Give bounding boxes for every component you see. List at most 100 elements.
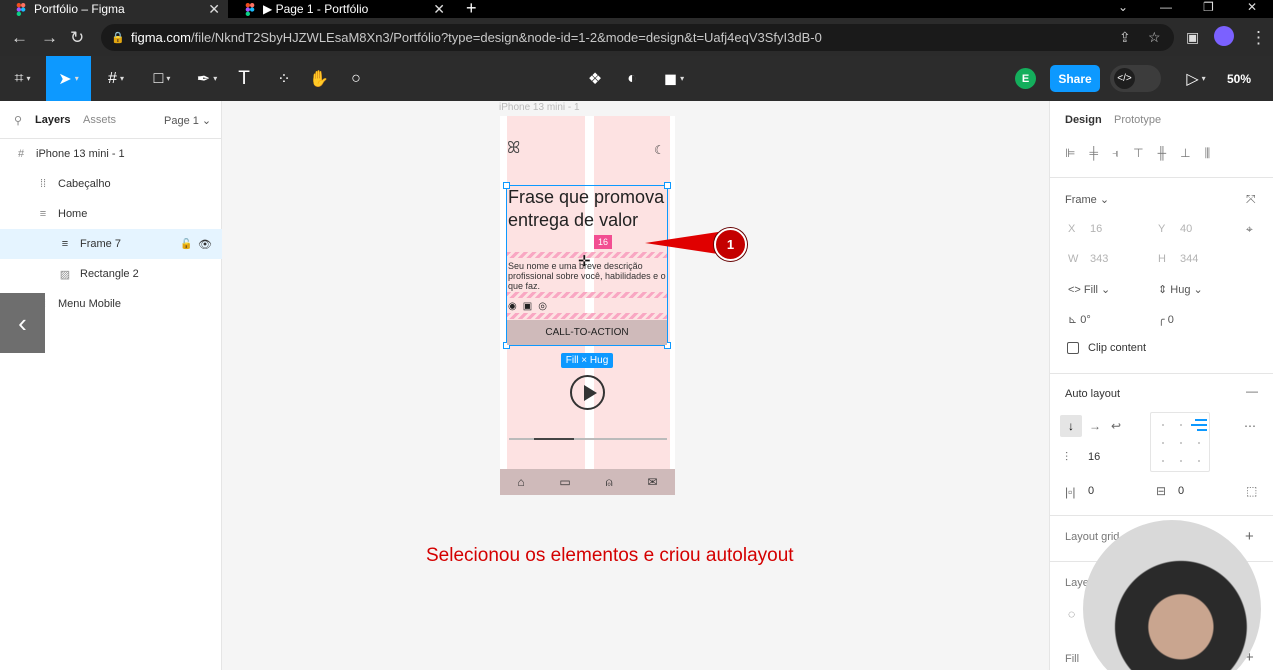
- vertical-direction-button[interactable]: ↓: [1060, 415, 1082, 437]
- layer-rectangle-2[interactable]: ▨ Rectangle 2: [0, 259, 222, 289]
- alignment-grid[interactable]: [1150, 412, 1210, 472]
- page-selector[interactable]: Page 1 ⌄: [164, 114, 211, 127]
- close-tab-icon[interactable]: ✕: [208, 1, 220, 18]
- padding-vertical-field[interactable]: 0: [1178, 485, 1184, 497]
- linkedin-icon[interactable]: ▣: [523, 301, 532, 312]
- restore-icon[interactable]: ❐: [1203, 0, 1214, 14]
- video-progress[interactable]: [509, 437, 667, 441]
- tab-assets[interactable]: Assets: [83, 114, 116, 126]
- new-tab-icon[interactable]: +: [466, 0, 477, 19]
- text-tool-button[interactable]: T: [230, 56, 258, 101]
- sidepanel-icon[interactable]: ▣: [1186, 29, 1199, 46]
- x-field[interactable]: 16: [1090, 223, 1102, 235]
- tab-prototype[interactable]: Prototype: [1114, 114, 1161, 126]
- horizontal-direction-icon[interactable]: →: [1089, 419, 1101, 433]
- wrap-icon[interactable]: ↩: [1111, 419, 1121, 433]
- bookmark-star-icon[interactable]: ☆: [1148, 29, 1161, 46]
- bottom-nav: ⌂ ▭ ⍝ ✉: [500, 469, 675, 495]
- cta-button[interactable]: CALL-TO-ACTION: [507, 320, 667, 345]
- clip-content-checkbox[interactable]: [1067, 342, 1079, 354]
- height-mode-select[interactable]: ⇕ Hug ⌄: [1158, 283, 1203, 296]
- url-field[interactable]: 🔒 figma.com/file/NkndT2SbyHJZWLEsaM8Xn3/…: [101, 24, 1174, 51]
- corner-radius-field[interactable]: ╭ 0: [1158, 313, 1174, 326]
- profile-avatar[interactable]: [1214, 26, 1234, 46]
- mask-button[interactable]: ◐: [619, 56, 645, 101]
- align-top-icon[interactable]: ⊤: [1133, 146, 1143, 161]
- previous-arrow-button[interactable]: ‹: [0, 293, 45, 353]
- dev-mode-toggle[interactable]: </>: [1110, 65, 1161, 92]
- main-menu-button[interactable]: ⌗ ▾: [0, 56, 45, 101]
- back-icon[interactable]: ←: [11, 28, 28, 48]
- distribute-icon[interactable]: ⫼: [1205, 146, 1211, 161]
- layer-label: Cabeçalho: [58, 178, 111, 190]
- more-options-icon[interactable]: ⋯: [1244, 419, 1256, 433]
- lock-icon[interactable]: 🔒: [111, 31, 125, 44]
- mail-icon[interactable]: ✉: [648, 475, 658, 489]
- tab-layers[interactable]: Layers: [35, 114, 70, 126]
- layer-home[interactable]: ≡ Home: [0, 199, 222, 229]
- frame-section-label[interactable]: Frame ⌄: [1065, 193, 1109, 206]
- layer-iphone-frame[interactable]: # iPhone 13 mini - 1: [0, 139, 222, 169]
- home-icon[interactable]: ⌂: [517, 475, 524, 489]
- align-center-icon[interactable]: ╪: [1089, 146, 1098, 161]
- rotation-field[interactable]: ⊾ 0°: [1068, 313, 1091, 326]
- y-field[interactable]: 40: [1180, 223, 1192, 235]
- y-label: Y: [1158, 223, 1166, 235]
- browser-tab-figma[interactable]: Portfólio – Figma ✕: [0, 0, 228, 18]
- close-tab-icon[interactable]: ✕: [433, 1, 445, 18]
- search-icon[interactable]: ⚲: [14, 114, 22, 127]
- layer-cabecalho[interactable]: ⁞⁞ Cabeçalho: [0, 169, 222, 199]
- align-right-icon[interactable]: ⫣: [1112, 146, 1119, 161]
- boolean-button[interactable]: ◼ ▾: [656, 56, 692, 101]
- pen-tool-button[interactable]: ✒ ▾: [186, 56, 228, 101]
- forward-icon[interactable]: →: [41, 28, 58, 48]
- window-close-icon[interactable]: ✕: [1247, 0, 1257, 14]
- gap-field[interactable]: 16: [1088, 451, 1100, 463]
- folder-icon[interactable]: ▭: [559, 475, 570, 489]
- align-bottom-icon[interactable]: ⊥: [1180, 146, 1190, 161]
- padding-horizontal-field[interactable]: 0: [1088, 485, 1094, 497]
- individual-padding-icon[interactable]: ⬚: [1246, 484, 1257, 498]
- minimize-icon[interactable]: —: [1160, 0, 1172, 14]
- tab-design[interactable]: Design: [1065, 114, 1102, 126]
- x-label: X: [1068, 223, 1076, 235]
- present-button[interactable]: ▷ ▾: [1178, 56, 1214, 101]
- play-button[interactable]: [570, 375, 605, 410]
- frame-tool-button[interactable]: # ▾: [95, 56, 137, 101]
- align-middle-icon[interactable]: ╫: [1158, 146, 1167, 161]
- h-field[interactable]: 344: [1180, 253, 1198, 265]
- share-button[interactable]: Share: [1050, 65, 1100, 92]
- blend-mode-icon[interactable]: ◌: [1068, 607, 1075, 621]
- hand-tool-button[interactable]: ✋: [305, 56, 333, 101]
- remove-auto-layout-icon[interactable]: —: [1246, 384, 1258, 398]
- user-icon[interactable]: ⍝: [606, 475, 613, 490]
- reload-icon[interactable]: ↻: [70, 28, 84, 48]
- create-component-button[interactable]: ❖: [582, 56, 608, 101]
- moon-icon[interactable]: ☾: [654, 143, 665, 157]
- move-tool-button[interactable]: ➤ ▾: [46, 56, 91, 101]
- collaborator-avatar[interactable]: E: [1015, 68, 1036, 89]
- layer-frame-7[interactable]: ≡ Frame 7 🔓 👁: [0, 229, 222, 259]
- resize-frame-icon[interactable]: ⤧: [1246, 192, 1256, 207]
- width-mode-select[interactable]: <> Fill ⌄: [1068, 283, 1110, 296]
- share-page-icon[interactable]: ⇪: [1119, 29, 1131, 46]
- comment-tool-button[interactable]: ○: [342, 56, 370, 101]
- tab-search-icon[interactable]: ⌄: [1118, 0, 1128, 14]
- align-left-icon[interactable]: ⊫: [1065, 146, 1075, 161]
- lock-icon[interactable]: 🔓: [180, 239, 192, 250]
- eye-icon[interactable]: 👁: [198, 238, 212, 251]
- logo-icon[interactable]: ꕤ: [507, 140, 520, 158]
- constraints-icon[interactable]: ⌖: [1246, 222, 1253, 237]
- zoom-level[interactable]: 50%: [1227, 72, 1251, 86]
- browser-tab-page[interactable]: ▶ Page 1 - Portfólio ✕: [229, 0, 453, 18]
- headline-text[interactable]: Frase que promova entrega de valor: [508, 186, 673, 232]
- shape-tool-button[interactable]: □ ▾: [141, 56, 183, 101]
- w-field[interactable]: 343: [1090, 253, 1108, 265]
- instagram-icon[interactable]: ◎: [538, 301, 547, 312]
- auto-layout-icon: ≡: [39, 208, 47, 220]
- github-icon[interactable]: ◉: [508, 301, 517, 312]
- frame-label[interactable]: iPhone 13 mini - 1: [499, 102, 580, 113]
- browser-menu-icon[interactable]: ⋮: [1250, 28, 1267, 48]
- add-layout-grid-icon[interactable]: +: [1245, 528, 1254, 545]
- resources-button[interactable]: ⁘: [270, 56, 298, 101]
